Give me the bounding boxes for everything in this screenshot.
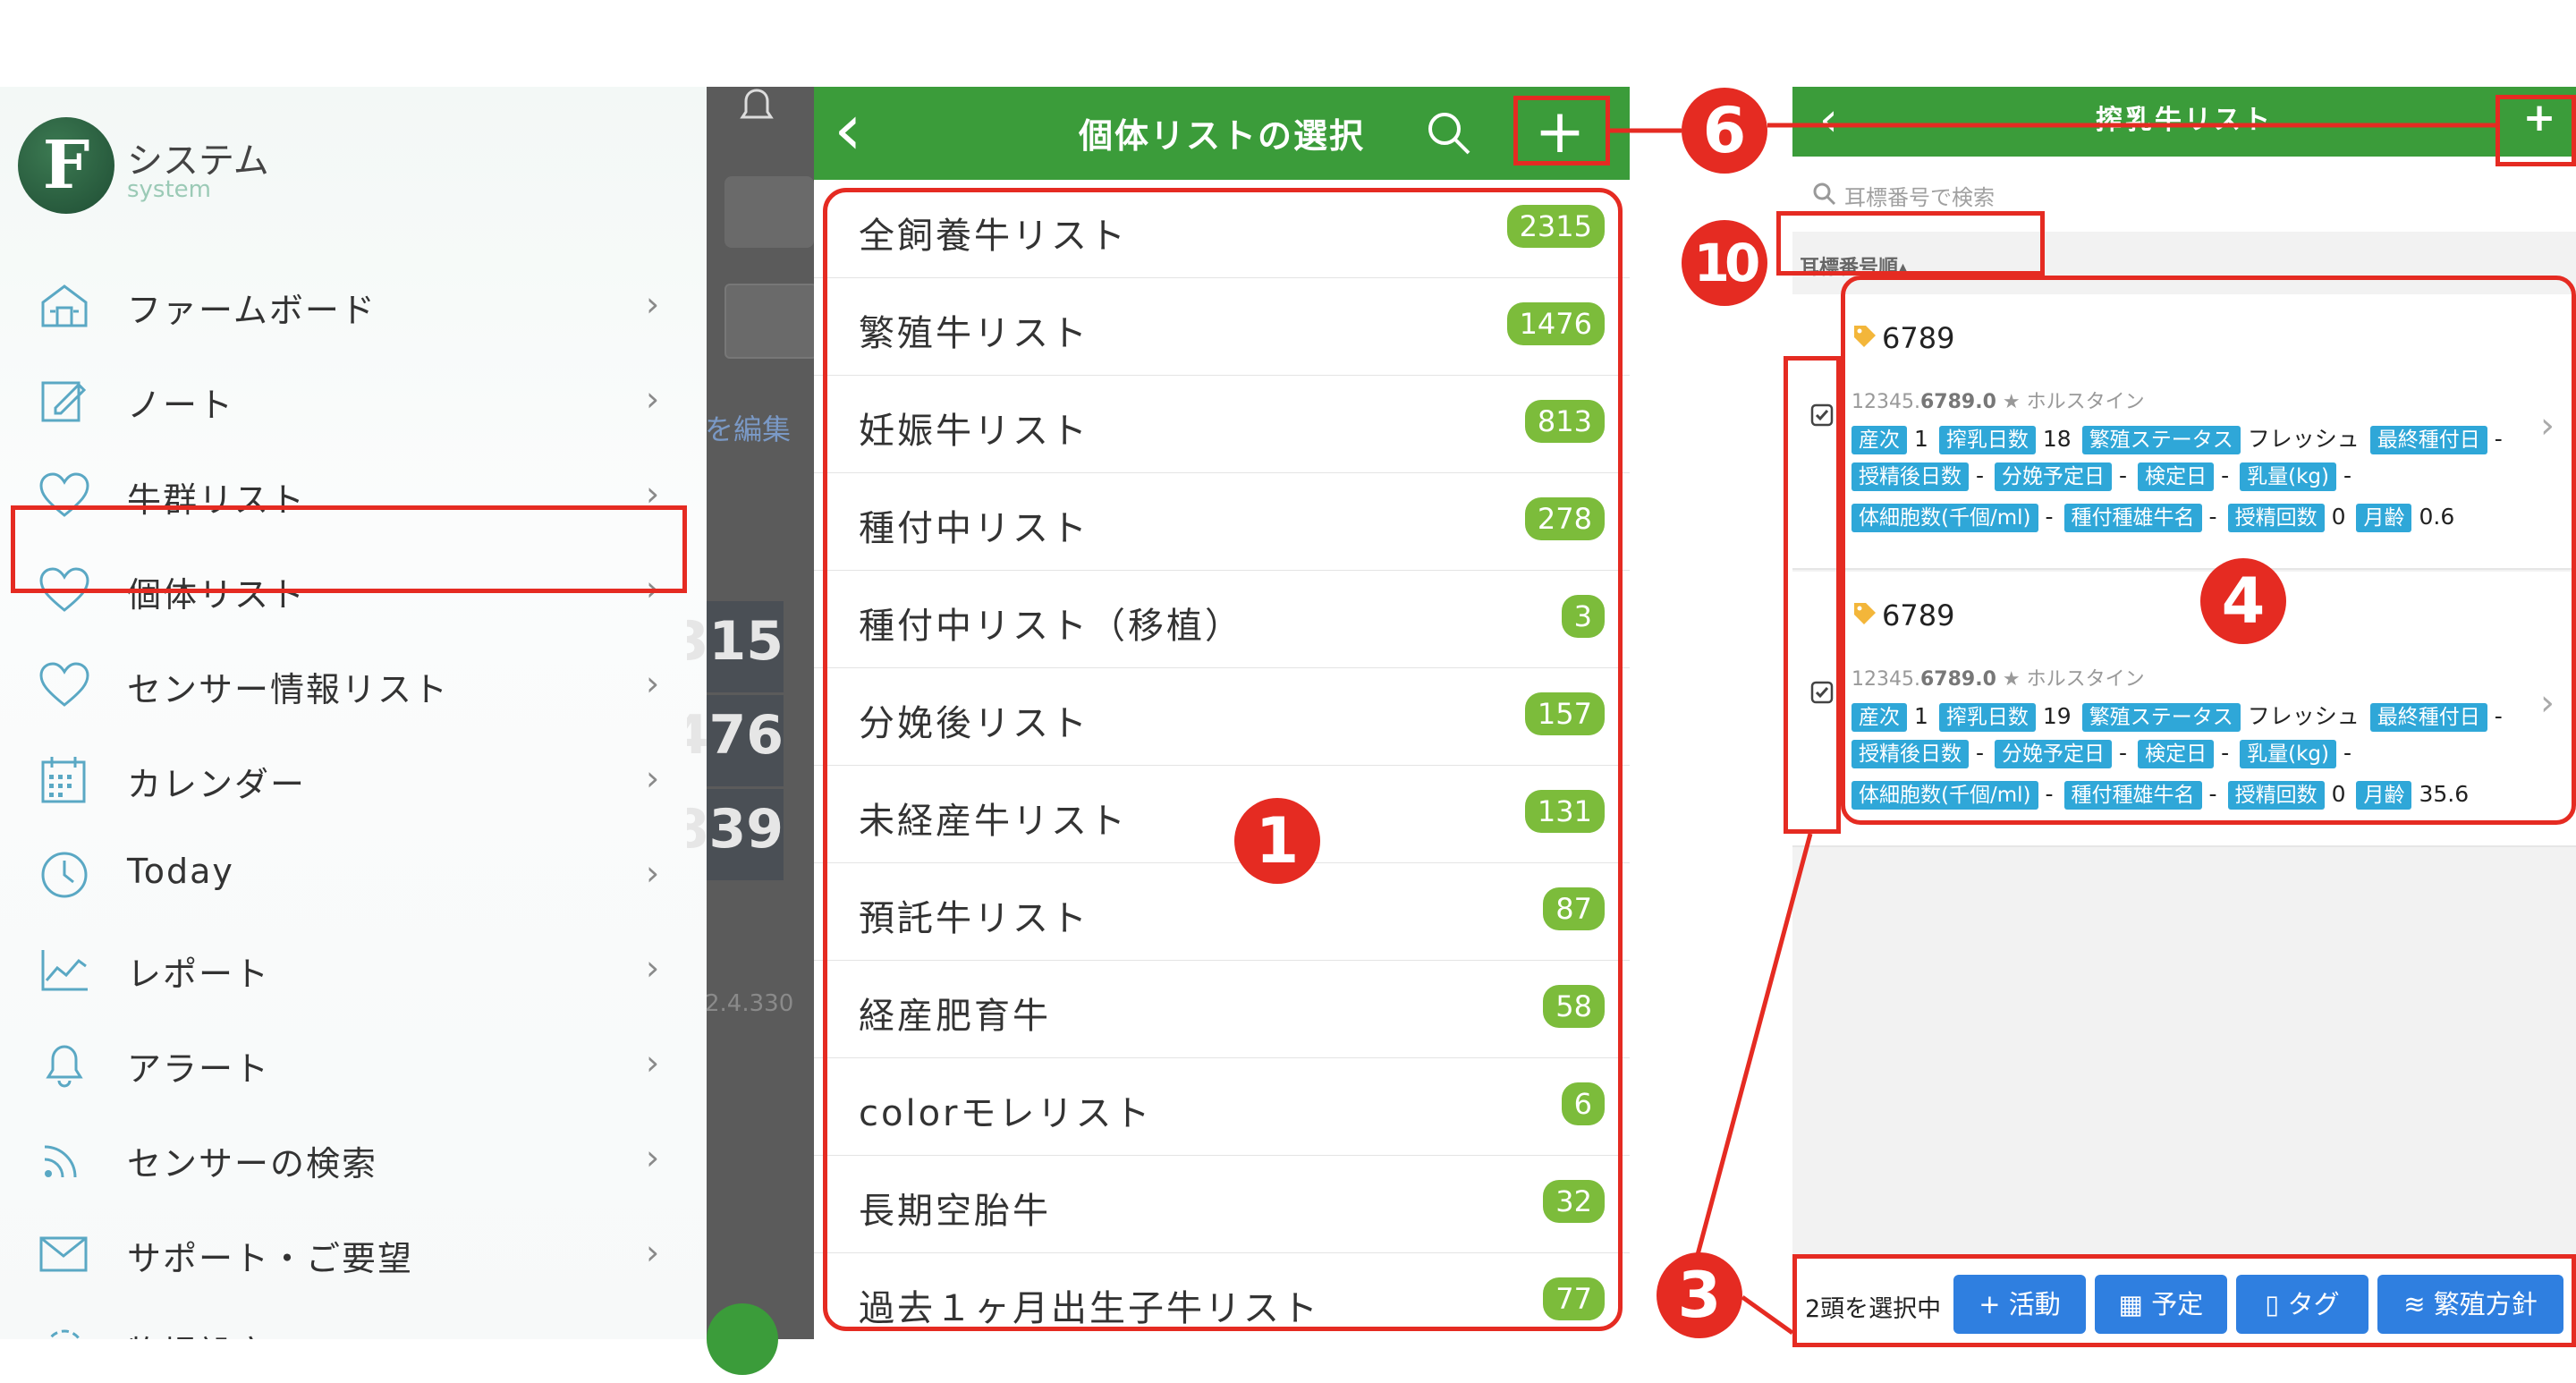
note-edit-icon bbox=[41, 381, 87, 422]
bg-number: 476 bbox=[687, 704, 784, 767]
chevron-right-icon: › bbox=[646, 379, 660, 419]
chevron-right-icon: › bbox=[646, 1138, 660, 1177]
search-input[interactable]: 耳標番号で検索 bbox=[1844, 180, 1995, 211]
menu-item-support[interactable]: サポート・ご要望 › bbox=[0, 1206, 698, 1301]
callout-3: 3 bbox=[1657, 1252, 1742, 1338]
highlight-individual-list bbox=[11, 505, 687, 593]
callout-1: 1 bbox=[1234, 798, 1320, 884]
chart-line-icon bbox=[41, 950, 88, 991]
menu-item-farm-board[interactable]: ファームボード › bbox=[0, 258, 698, 352]
menu-item-label: カレンダー bbox=[127, 765, 307, 804]
bg-fab bbox=[707, 1303, 778, 1375]
bell-icon bbox=[46, 1045, 83, 1088]
farm-icon bbox=[41, 284, 88, 327]
menu-item-report[interactable]: レポート › bbox=[0, 921, 698, 1016]
gear-icon bbox=[47, 1329, 81, 1339]
user-avatar[interactable]: F bbox=[18, 117, 114, 214]
background-page-strip: を編集 315 476 839 2.4.330 bbox=[687, 87, 818, 1375]
chevron-right-icon: › bbox=[646, 759, 660, 798]
highlight-add-button bbox=[1513, 96, 1610, 165]
highlight-sort bbox=[1776, 211, 2045, 276]
menu-item-calendar[interactable]: カレンダー › bbox=[0, 732, 698, 827]
highlight-right-add bbox=[2496, 95, 2576, 166]
menu-item-label: センサーの検索 bbox=[127, 1144, 378, 1184]
highlight-list-area bbox=[823, 188, 1623, 1331]
chevron-right-icon: › bbox=[646, 664, 660, 703]
bg-field bbox=[724, 284, 818, 359]
mail-icon bbox=[39, 1236, 88, 1272]
header-bar: ‹ 個体リストの選択 + bbox=[814, 87, 1630, 180]
rss-icon bbox=[44, 1145, 77, 1178]
chevron-right-icon: › bbox=[646, 948, 660, 988]
highlight-cards bbox=[1841, 276, 2576, 825]
chevron-right-icon: › bbox=[646, 1328, 659, 1339]
callout-6: 6 bbox=[1682, 88, 1767, 174]
chevron-right-icon: › bbox=[646, 1043, 660, 1082]
menu-item-label: 牧場設定 bbox=[127, 1326, 270, 1339]
search-icon[interactable] bbox=[1426, 110, 1472, 157]
bg-version: 2.4.330 bbox=[705, 990, 794, 1017]
menu-item-label: センサー情報リスト bbox=[127, 670, 450, 709]
menu-item-farm-settings[interactable]: 牧場設定 › bbox=[0, 1301, 698, 1339]
callout-4: 4 bbox=[2200, 558, 2286, 644]
search-icon bbox=[1813, 182, 1836, 206]
menu-item-label: ノート bbox=[127, 386, 235, 425]
menu-item-label: アラート bbox=[127, 1049, 271, 1089]
chevron-right-icon: › bbox=[646, 284, 660, 324]
menu-item-alert[interactable]: アラート › bbox=[0, 1016, 698, 1111]
bg-number: 839 bbox=[687, 798, 784, 861]
calendar-icon bbox=[41, 757, 86, 803]
highlight-checkboxes bbox=[1784, 356, 1841, 834]
chevron-right-icon: › bbox=[646, 1233, 660, 1272]
side-menu: F システム system ファームボード › ノート › 牛群リスト › 個体… bbox=[0, 87, 707, 1339]
bg-edit-link: を編集 bbox=[705, 412, 792, 446]
clock-icon bbox=[41, 852, 88, 898]
bell-icon bbox=[740, 89, 774, 119]
menu-item-today[interactable]: Today › bbox=[0, 827, 698, 921]
menu-item-label: ファームボード bbox=[127, 291, 377, 330]
menu-item-note[interactable]: ノート › bbox=[0, 352, 698, 447]
page-title: 個体リストの選択 bbox=[1078, 116, 1365, 156]
callout-10: 10 bbox=[1682, 220, 1767, 306]
user-subtitle: system bbox=[127, 176, 211, 203]
header-bar: ‹ 搾乳牛リスト + bbox=[1792, 87, 2576, 157]
menu-item-label: サポート・ご要望 bbox=[127, 1239, 414, 1278]
bg-number: 315 bbox=[687, 610, 784, 673]
heart-icon bbox=[39, 662, 89, 707]
page-title: 搾乳牛リスト bbox=[2096, 105, 2273, 136]
menu-item-label: レポート bbox=[127, 955, 271, 994]
menu-item-sensor-search[interactable]: センサーの検索 › bbox=[0, 1111, 698, 1206]
menu-item-sensor-list[interactable]: センサー情報リスト › bbox=[0, 637, 698, 732]
highlight-action-bar bbox=[1792, 1254, 2576, 1347]
menu-item-label: Today bbox=[127, 852, 234, 891]
chevron-right-icon: › bbox=[646, 853, 660, 893]
bg-field bbox=[724, 176, 814, 248]
